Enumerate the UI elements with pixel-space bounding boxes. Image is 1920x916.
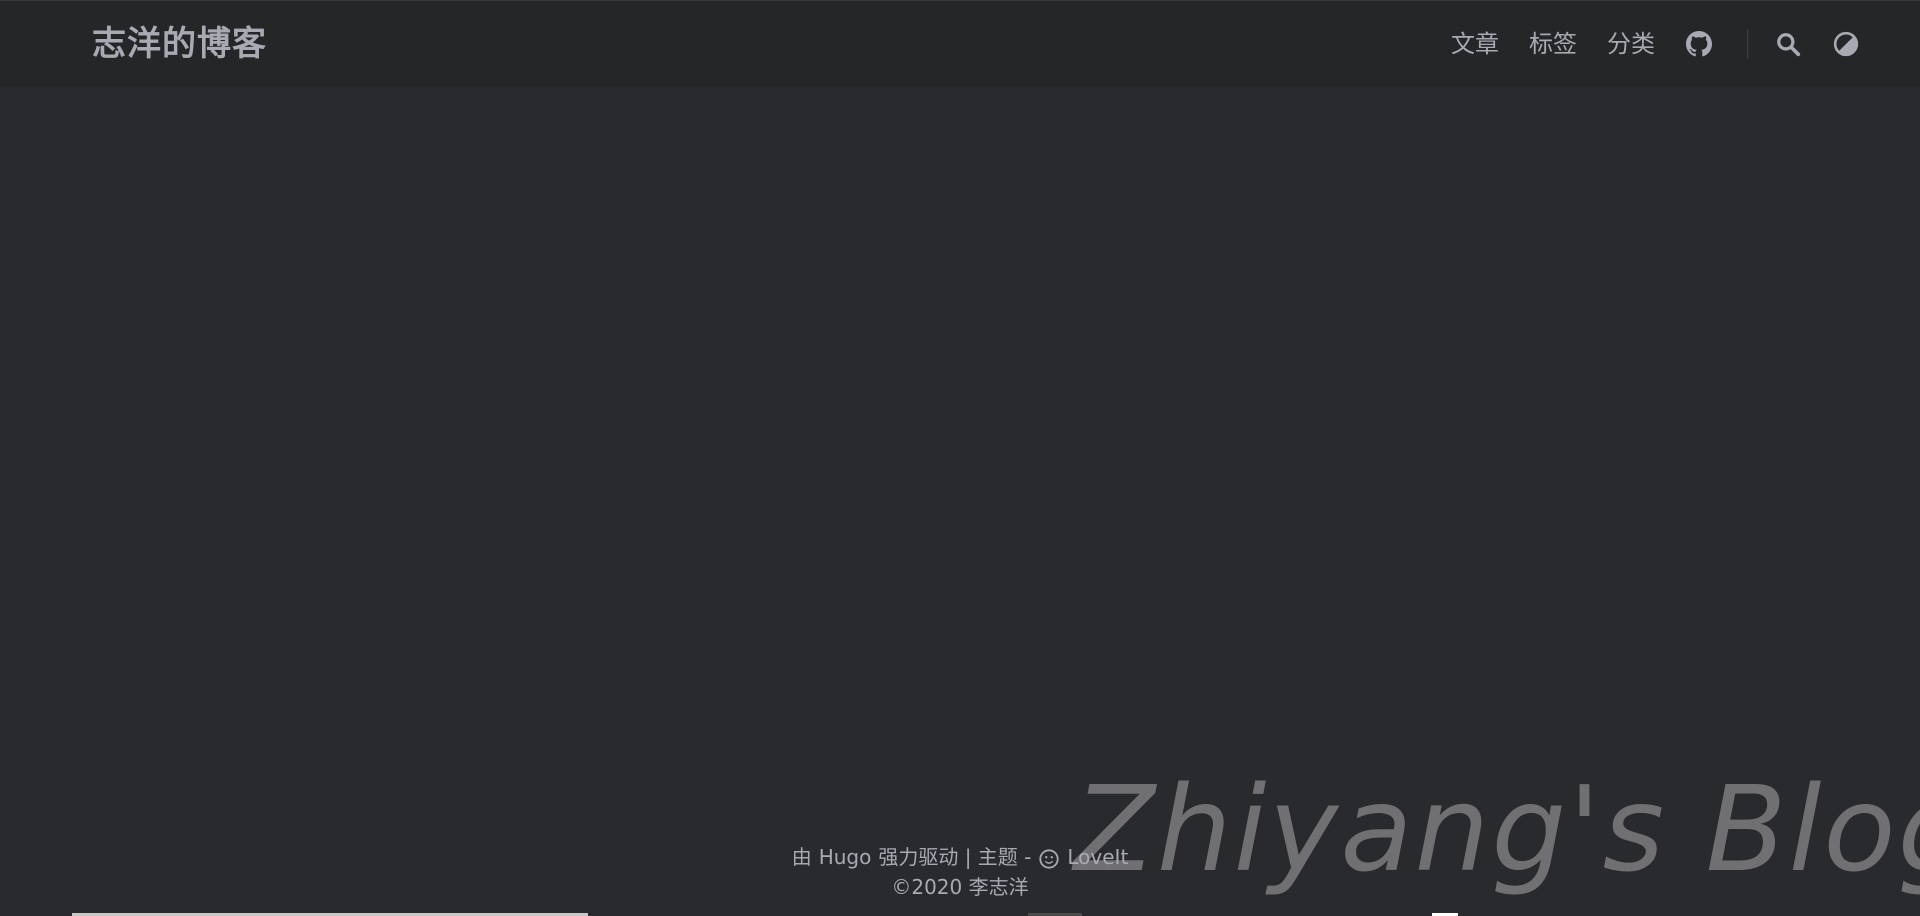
hugo-link[interactable]: Hugo (819, 842, 872, 872)
theme-link[interactable]: LoveIt (1067, 842, 1128, 872)
main-nav: 文章 标签 分类 (1451, 23, 1860, 65)
footer-copyright: ©2020 李志洋 (891, 875, 1029, 899)
footer-powered-prefix: 由 (791, 845, 812, 869)
nav-separator (1747, 29, 1748, 59)
theme-toggle-icon[interactable] (1832, 30, 1860, 58)
page: 志洋的博客 文章 标签 分类 Zhiyang's Blog 由 Hugo 强力驱… (0, 0, 1920, 916)
footer-powered-line: 由 Hugo 强力驱动 | 主题 - LoveIt (0, 842, 1920, 872)
nav-item-posts[interactable]: 文章 (1451, 23, 1499, 65)
footer-powered-suffix: 强力驱动 | 主题 - (878, 845, 1032, 869)
nav-item-tags[interactable]: 标签 (1529, 23, 1577, 65)
github-icon[interactable] (1685, 30, 1713, 58)
site-footer: 由 Hugo 强力驱动 | 主题 - LoveIt ©2020 李志洋 (0, 842, 1920, 902)
site-header: 志洋的博客 文章 标签 分类 (0, 0, 1920, 84)
search-icon[interactable] (1774, 30, 1802, 58)
nav-item-categories[interactable]: 分类 (1607, 23, 1655, 65)
theme-logo-icon (1038, 842, 1060, 872)
site-title[interactable]: 志洋的博客 (92, 23, 267, 65)
